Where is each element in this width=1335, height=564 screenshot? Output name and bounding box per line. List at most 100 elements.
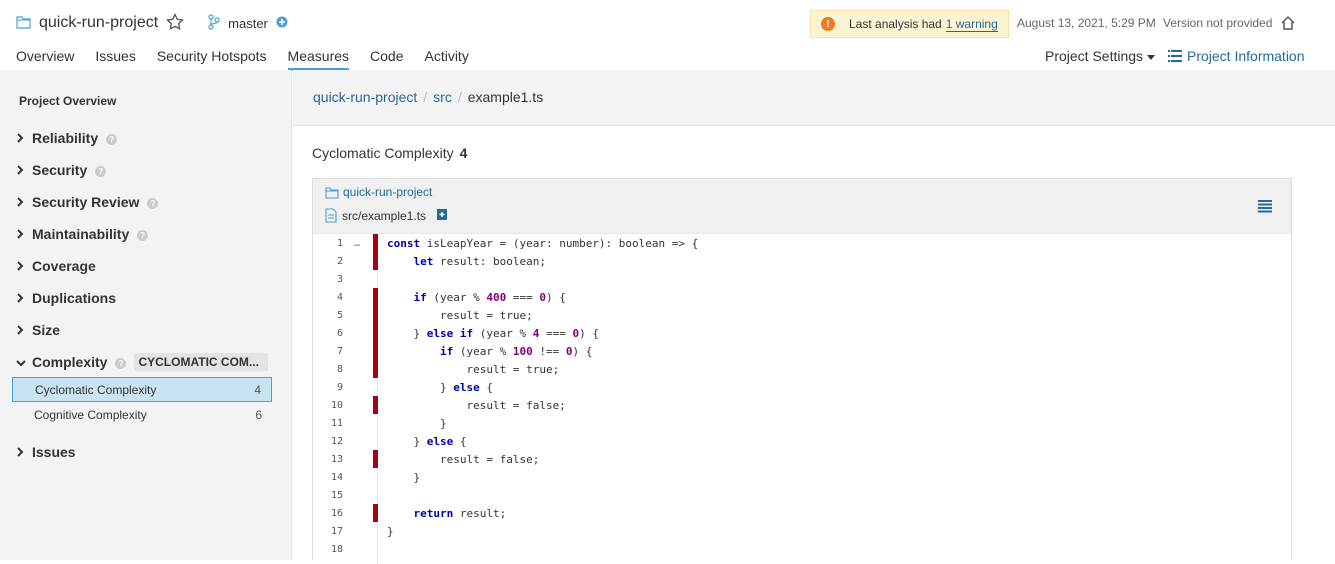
measure-cognitive-complexity[interactable]: Cognitive Complexity 6 bbox=[12, 402, 272, 427]
help-icon[interactable]: ? bbox=[147, 197, 159, 209]
chevron-right-icon bbox=[16, 445, 26, 460]
line-number[interactable]: 7 bbox=[313, 346, 343, 357]
branch-icon bbox=[208, 13, 220, 33]
code-keyword: let bbox=[413, 254, 434, 268]
warning-icon: ! bbox=[821, 17, 835, 31]
project-information-link[interactable]: Project Information bbox=[1168, 48, 1305, 64]
code-line: 5 result = true; bbox=[313, 306, 1291, 324]
domain-complexity[interactable]: Complexity ? CYCLOMATIC COM... bbox=[16, 352, 269, 372]
expand-dots-icon[interactable]: … bbox=[343, 238, 371, 249]
line-number[interactable]: 4 bbox=[313, 292, 343, 303]
line-number[interactable]: 10 bbox=[313, 400, 343, 411]
line-number[interactable]: 9 bbox=[313, 382, 343, 393]
help-icon[interactable]: ? bbox=[115, 357, 127, 369]
code-line: 7 if (year % 100 !== 0) { bbox=[313, 342, 1291, 360]
copy-path-icon[interactable] bbox=[436, 207, 448, 224]
line-number[interactable]: 18 bbox=[313, 544, 343, 555]
metric-value: 4 bbox=[459, 145, 468, 161]
code-line: 15 bbox=[313, 486, 1291, 504]
breadcrumb-folder[interactable]: src bbox=[433, 89, 452, 105]
warning-link[interactable]: 1 warning bbox=[945, 17, 998, 32]
domain-issues[interactable]: Issues bbox=[16, 442, 76, 462]
line-number[interactable]: 6 bbox=[313, 328, 343, 339]
breadcrumb-project[interactable]: quick-run-project bbox=[313, 89, 417, 105]
code-keyword: else if bbox=[426, 326, 474, 340]
code-line: 10 result = false; bbox=[313, 396, 1291, 414]
help-icon[interactable]: ? bbox=[106, 133, 118, 145]
source-code: 1… const isLeapYear = (year: number): boo… bbox=[313, 234, 1291, 558]
line-number[interactable]: 2 bbox=[313, 256, 343, 267]
breadcrumb-file: example1.ts bbox=[467, 89, 544, 105]
line-number[interactable]: 11 bbox=[313, 418, 343, 429]
viewer-file-path: src/example1.ts bbox=[325, 207, 448, 224]
code-text: ) { bbox=[572, 344, 593, 358]
project-settings-menu[interactable]: Project Settings bbox=[1045, 48, 1156, 64]
branch-name[interactable]: master bbox=[228, 16, 268, 31]
measure-label: Cyclomatic Complexity bbox=[35, 382, 157, 397]
code-line: 2 let result: boolean; bbox=[313, 252, 1291, 270]
help-icon[interactable]: ? bbox=[95, 165, 107, 177]
chevron-right-icon bbox=[16, 131, 26, 146]
line-source: if (year % 400 === 0) { bbox=[378, 291, 566, 304]
code-keyword: else bbox=[453, 380, 480, 394]
code-line: 6 } else if (year % 4 === 0) { bbox=[313, 324, 1291, 342]
code-line: 1… const isLeapYear = (year: number): boo… bbox=[313, 234, 1291, 252]
code-keyword: const bbox=[387, 236, 421, 250]
line-number[interactable]: 1 bbox=[313, 238, 343, 249]
code-number: 100 bbox=[512, 344, 533, 358]
tab-security-hotspots[interactable]: Security Hotspots bbox=[157, 48, 267, 70]
help-icon[interactable]: ? bbox=[137, 229, 149, 241]
line-source: } else if (year % 4 === 0) { bbox=[378, 326, 598, 340]
home-icon[interactable] bbox=[1280, 15, 1296, 34]
chevron-right-icon bbox=[16, 227, 26, 242]
line-number[interactable]: 3 bbox=[313, 274, 343, 285]
domain-duplications[interactable]: Duplications bbox=[16, 288, 116, 308]
analysis-date: August 13, 2021, 5:29 PM bbox=[1017, 16, 1156, 30]
breadcrumb: quick-run-project / src / example1.ts bbox=[313, 89, 543, 105]
measure-cyclomatic-complexity[interactable]: Cyclomatic Complexity 4 bbox=[12, 377, 272, 402]
code-text: === bbox=[506, 290, 540, 304]
line-number[interactable]: 16 bbox=[313, 508, 343, 519]
tab-overview[interactable]: Overview bbox=[16, 48, 74, 70]
line-source: if (year % 100 !== 0) { bbox=[378, 345, 592, 358]
code-line: 8 result = true; bbox=[313, 360, 1291, 378]
viewer-project-link[interactable]: quick-run-project bbox=[325, 185, 432, 199]
domain-label: Coverage bbox=[32, 258, 96, 274]
metric-label: Cyclomatic Complexity bbox=[312, 145, 454, 161]
tab-issues[interactable]: Issues bbox=[95, 48, 135, 70]
domain-reliability[interactable]: Reliability ? bbox=[16, 128, 118, 148]
line-number[interactable]: 17 bbox=[313, 526, 343, 537]
favorite-star-icon[interactable] bbox=[166, 12, 185, 34]
domain-maintainability[interactable]: Maintainability ? bbox=[16, 224, 149, 244]
sidebar-title[interactable]: Project Overview bbox=[19, 94, 116, 108]
line-source: result = true; bbox=[378, 309, 533, 322]
project-name[interactable]: quick-run-project bbox=[39, 14, 158, 32]
code-text: isLeapYear = (year: number): boolean => … bbox=[420, 236, 699, 250]
code-line: 13 result = false; bbox=[313, 450, 1291, 468]
domain-security[interactable]: Security ? bbox=[16, 160, 107, 180]
code-number: 400 bbox=[486, 290, 507, 304]
tab-activity[interactable]: Activity bbox=[424, 48, 468, 70]
tab-measures[interactable]: Measures bbox=[287, 48, 350, 71]
code-line: 16 return result; bbox=[313, 504, 1291, 522]
hamburger-menu-icon[interactable] bbox=[1257, 199, 1273, 216]
measures-sidebar: Project Overview Reliability ? Security … bbox=[0, 70, 292, 560]
chevron-right-icon bbox=[16, 195, 26, 210]
domain-security-review[interactable]: Security Review ? bbox=[16, 192, 159, 212]
domain-coverage[interactable]: Coverage bbox=[16, 256, 96, 276]
project-title-row: quick-run-project master bbox=[16, 10, 288, 36]
line-number[interactable]: 14 bbox=[313, 472, 343, 483]
line-number[interactable]: 8 bbox=[313, 364, 343, 375]
measure-value: 6 bbox=[255, 407, 262, 422]
code-text: (year % bbox=[426, 290, 487, 304]
plus-circle-icon[interactable] bbox=[276, 16, 288, 31]
line-number[interactable]: 15 bbox=[313, 490, 343, 501]
domain-size[interactable]: Size bbox=[16, 320, 60, 340]
code-text: !== bbox=[532, 344, 566, 358]
line-number[interactable]: 12 bbox=[313, 436, 343, 447]
tab-code[interactable]: Code bbox=[370, 48, 403, 70]
line-number[interactable]: 13 bbox=[313, 454, 343, 465]
source-viewer: quick-run-project src/example1.ts 1… cons… bbox=[312, 178, 1292, 564]
line-number[interactable]: 5 bbox=[313, 310, 343, 321]
